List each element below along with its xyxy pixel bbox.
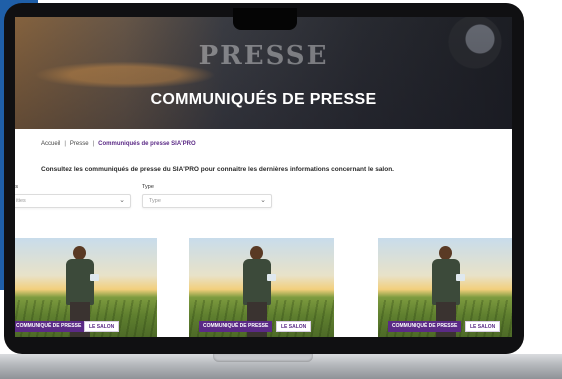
farmer-body [432,259,460,305]
chevron-down-icon: ⌄ [260,197,266,204]
tablet [456,274,465,281]
farmer-head [73,246,86,260]
chevron-down-icon: ⌄ [119,197,125,204]
page-title: COMMUNIQUÉS DE PRESSE [150,91,377,108]
breadcrumb: Accueil | Presse | Communiqués de presse… [41,141,196,147]
hero-banner: PRESSE COMMUNIQUÉS DE PRESSE [15,17,512,129]
tag-le-salon[interactable]: LE SALON [276,321,312,332]
tag-communique[interactable]: COMMUNIQUÉ DE PRESSE [199,321,273,332]
breadcrumb-separator: | [92,141,95,147]
breadcrumb-current: Communiqués de presse SIA'PRO [98,141,196,147]
farmer-body [243,259,271,305]
press-card[interactable]: COMMUNIQUÉ DE PRESSE LE SALON [15,238,157,337]
laptop-screen: PRESSE COMMUNIQUÉS DE PRESSE Accueil | P… [15,17,512,337]
intro-text: Consultez les communiqués de presse du S… [41,166,394,173]
type-select-placeholder: Type [149,198,161,204]
categories-select[interactable]: ities ⌄ [15,194,131,208]
tag-le-salon[interactable]: LE SALON [84,321,120,332]
tablet [90,274,99,281]
farmer-head [439,246,452,260]
camera-notch [233,8,297,30]
filter-label-categories: ies [15,184,19,190]
type-select[interactable]: Type ⌄ [142,194,272,208]
tag-communique[interactable]: COMMUNIQUÉ DE PRESSE [388,321,462,332]
tag-communique[interactable]: COMMUNIQUÉ DE PRESSE [15,321,86,332]
farmer-head [250,246,263,260]
press-card[interactable]: COMMUNIQUÉ DE PRESSE LE SALON [189,238,334,337]
categories-select-placeholder: ities [16,198,26,204]
tablet [267,274,276,281]
hero-watermark: PRESSE [198,41,329,71]
filter-label-type: Type [142,184,154,190]
laptop-base-notch [213,354,313,362]
breadcrumb-separator: | [64,141,66,147]
breadcrumb-presse[interactable]: Presse [70,141,89,147]
farmer-body [66,259,94,305]
breadcrumb-home[interactable]: Accueil [41,141,60,147]
tag-le-salon[interactable]: LE SALON [465,321,501,332]
press-card[interactable]: COMMUNIQUÉ DE PRESSE LE SALON [378,238,512,337]
